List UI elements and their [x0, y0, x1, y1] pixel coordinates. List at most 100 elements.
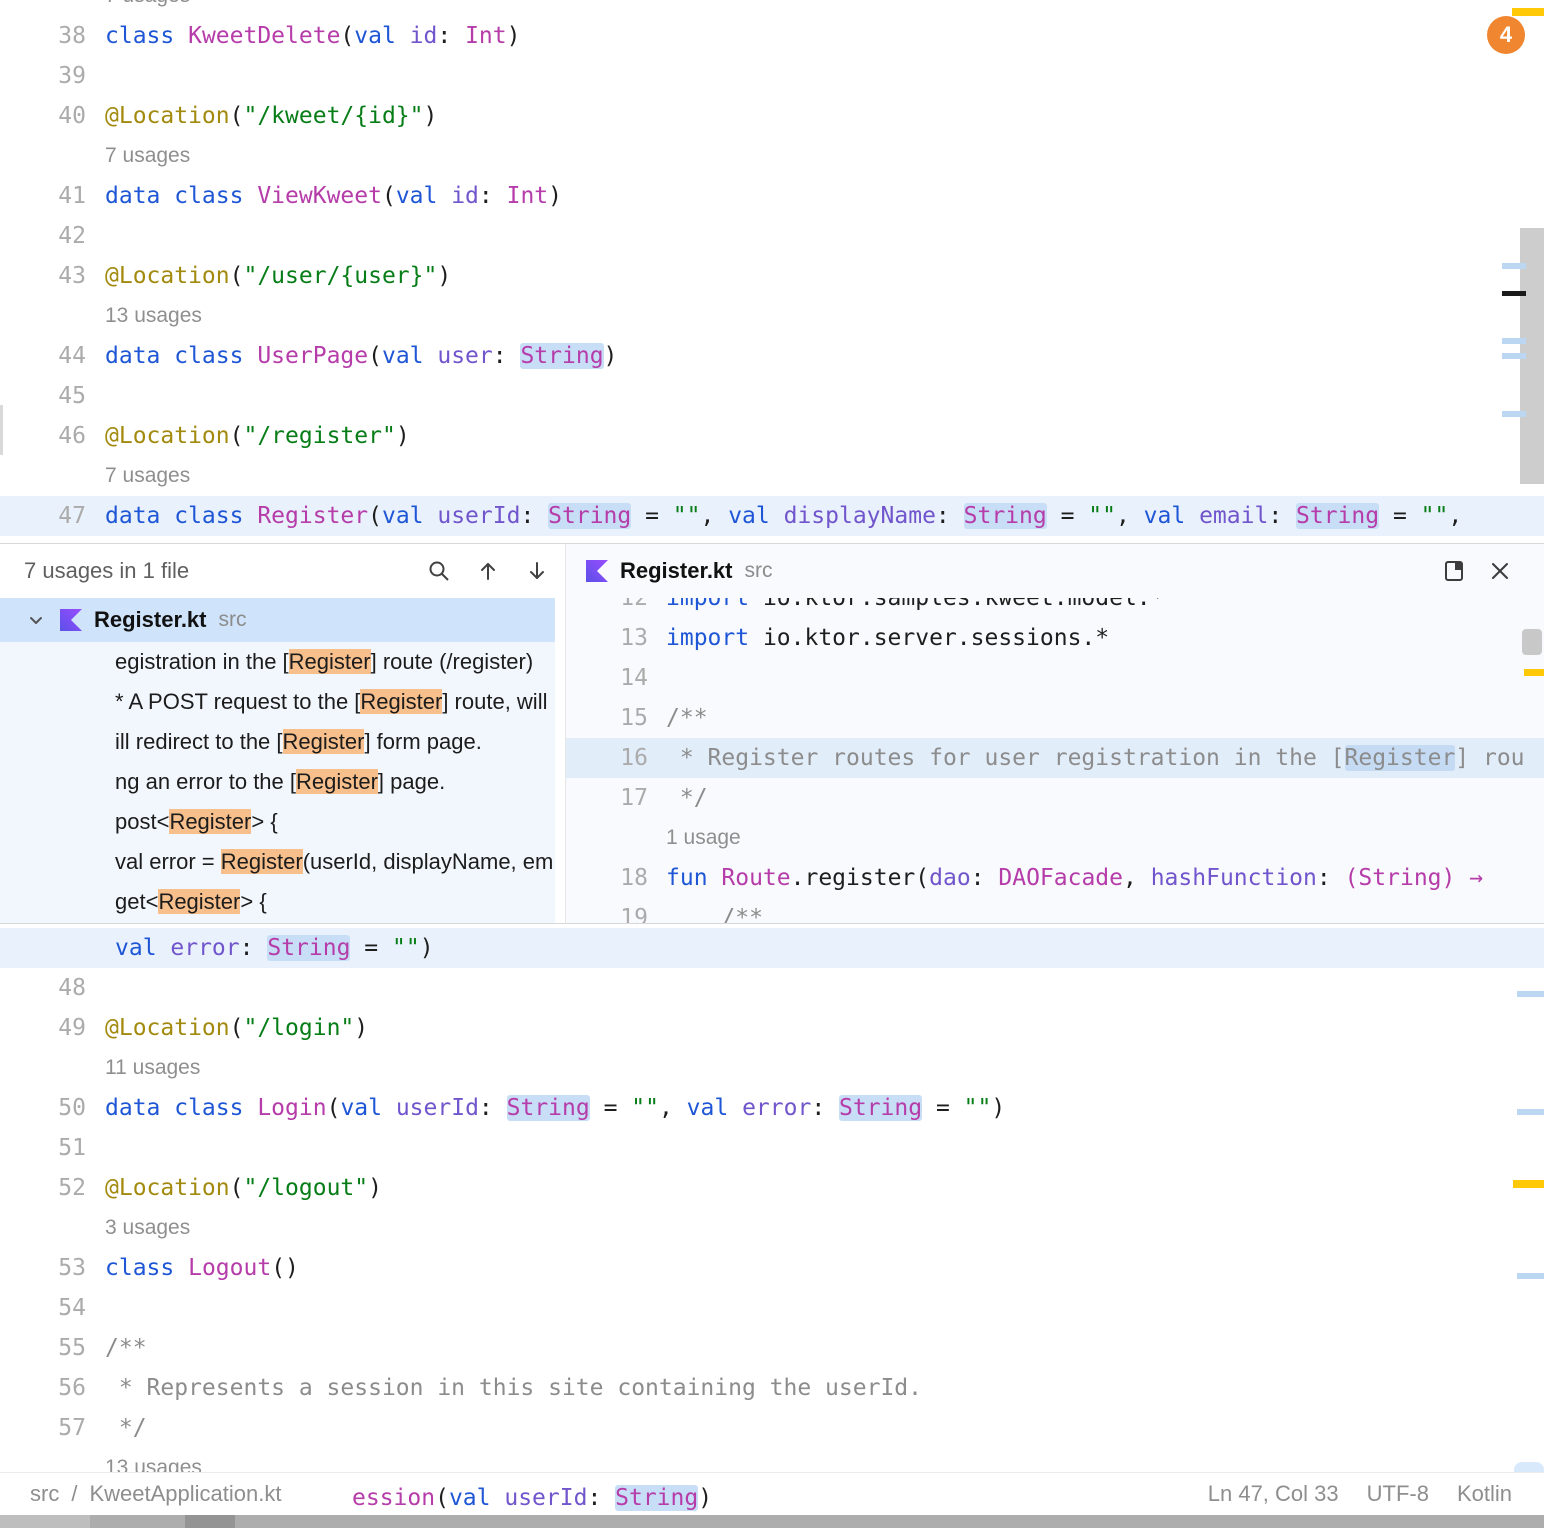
- code-line[interactable]: 53class Logout(): [0, 1248, 1544, 1288]
- code-line[interactable]: 48: [0, 968, 1544, 1008]
- code-line[interactable]: 1 usage: [566, 818, 1544, 858]
- code-token: ): [698, 1485, 712, 1511]
- error-stripe-mark[interactable]: [1502, 338, 1526, 344]
- breadcrumb-src[interactable]: src: [30, 1481, 59, 1507]
- chevron-down-icon[interactable]: [26, 610, 46, 630]
- usages-inlay-hint[interactable]: 7 usages: [86, 0, 190, 16]
- error-stripe-warning-mark[interactable]: [1513, 1180, 1544, 1188]
- line-number: [0, 136, 86, 176]
- code-line[interactable]: 49@Location("/login"): [0, 1008, 1544, 1048]
- code-text: @Location("/kweet/{id}"): [86, 96, 437, 136]
- code-line[interactable]: 42: [0, 216, 1544, 256]
- code-line[interactable]: 13 usages: [0, 296, 1544, 336]
- usage-row[interactable]: get<Register> {: [0, 882, 555, 922]
- highlighted-identifier: String: [267, 935, 350, 961]
- usage-row[interactable]: ng an error to the [Register] page.: [0, 762, 555, 802]
- code-line[interactable]: 40@Location("/kweet/{id}"): [0, 96, 1544, 136]
- usages-inlay-hint[interactable]: 7 usages: [86, 136, 190, 176]
- caret-position-widget[interactable]: Ln 47, Col 33: [1208, 1481, 1339, 1507]
- error-stripe-mark[interactable]: [1517, 1109, 1544, 1115]
- code-line[interactable]: 44data class UserPage(val user: String): [0, 336, 1544, 376]
- usage-row[interactable]: ill redirect to the [Register] form page…: [0, 722, 555, 762]
- line-number: 49: [0, 1008, 86, 1048]
- code-token: ,: [1116, 503, 1144, 529]
- code-line[interactable]: 47data class Register(val userId: String…: [0, 496, 1544, 536]
- usage-row[interactable]: val error = Register(userId, displayName…: [0, 842, 555, 882]
- encoding-widget[interactable]: UTF-8: [1367, 1481, 1429, 1507]
- line-number: 40: [0, 96, 86, 136]
- error-stripe-warning-mark[interactable]: [1512, 8, 1544, 16]
- code-line[interactable]: 13import io.ktor.server.sessions.*: [566, 618, 1544, 658]
- code-line[interactable]: 14: [566, 658, 1544, 698]
- code-token: val: [396, 183, 451, 209]
- code-token: KweetDelete: [188, 23, 340, 49]
- usages-inlay-hint[interactable]: 1 usage: [648, 818, 741, 858]
- code-line[interactable]: 7 usages: [0, 456, 1544, 496]
- error-stripe-mark[interactable]: [1502, 411, 1526, 417]
- code-line[interactable]: 43@Location("/user/{user}"): [0, 256, 1544, 296]
- code-line[interactable]: val error: String = ""): [0, 928, 1544, 968]
- code-token: "/logout": [243, 1175, 368, 1201]
- error-stripe-mark[interactable]: [1517, 991, 1544, 997]
- code-line[interactable]: 41data class ViewKweet(val id: Int): [0, 176, 1544, 216]
- code-line[interactable]: 55/**: [0, 1328, 1544, 1368]
- code-line[interactable]: 50data class Login(val userId: String = …: [0, 1088, 1544, 1128]
- code-line[interactable]: 7 usages: [0, 0, 1544, 16]
- code-line[interactable]: 15/**: [566, 698, 1544, 738]
- language-widget[interactable]: Kotlin: [1457, 1481, 1512, 1507]
- usages-inlay-hint[interactable]: 3 usages: [86, 1208, 190, 1248]
- inspections-badge[interactable]: 4: [1487, 16, 1525, 54]
- usages-inlay-hint[interactable]: 7 usages: [86, 456, 190, 496]
- usage-row[interactable]: post<Register> {: [0, 802, 555, 842]
- error-stripe-caret-mark[interactable]: [1502, 291, 1526, 296]
- close-icon[interactable]: [1488, 559, 1512, 583]
- code-token: val: [340, 1095, 395, 1121]
- usages-inlay-hint[interactable]: 13 usages: [86, 1448, 202, 1472]
- usage-row[interactable]: egistration in the [Register] route (/re…: [0, 642, 555, 682]
- code-line[interactable]: 18fun Route.register(dao: DAOFacade, has…: [566, 858, 1544, 898]
- code-line[interactable]: 12import io.ktor.samples.kweet.model.*: [566, 598, 1544, 618]
- code-line[interactable]: 45: [0, 376, 1544, 416]
- arrow-down-icon[interactable]: [525, 559, 549, 583]
- window-edge-segment: [185, 1515, 235, 1528]
- code-line[interactable]: 39: [0, 56, 1544, 96]
- code-line[interactable]: 17 */: [566, 778, 1544, 818]
- code-line[interactable]: 51: [0, 1128, 1544, 1168]
- code-token: Route: [721, 865, 790, 891]
- code-line[interactable]: 56 * Represents a session in this site c…: [0, 1368, 1544, 1408]
- code-line[interactable]: 52@Location("/logout"): [0, 1168, 1544, 1208]
- code-text: class Logout(): [86, 1248, 299, 1288]
- code-line[interactable]: 46@Location("/register"): [0, 416, 1544, 456]
- code-token: class: [105, 1255, 188, 1281]
- code-line[interactable]: 16 * Register routes for user registrati…: [566, 738, 1544, 778]
- code-line[interactable]: 7 usages: [0, 136, 1544, 176]
- line-number: [0, 1048, 86, 1088]
- error-stripe-mark[interactable]: [1502, 263, 1526, 269]
- preview-warning-stripe-mark[interactable]: [1524, 669, 1544, 676]
- code-line[interactable]: 19 /**: [566, 898, 1544, 923]
- usages-inlay-hint[interactable]: 11 usages: [86, 1048, 200, 1088]
- usage-text: egistration in the [: [115, 649, 289, 674]
- code-line[interactable]: 57 */: [0, 1408, 1544, 1448]
- open-in-editor-icon[interactable]: [1442, 559, 1466, 583]
- usage-text: val error =: [115, 849, 221, 874]
- code-text: data class ViewKweet(val id: Int): [86, 176, 562, 216]
- code-line[interactable]: 38class KweetDelete(val id: Int): [0, 16, 1544, 56]
- breadcrumb-file[interactable]: KweetApplication.kt: [89, 1481, 281, 1507]
- preview-scrollbar-thumb[interactable]: [1522, 629, 1542, 655]
- code-line[interactable]: 54: [0, 1288, 1544, 1328]
- code-token: import: [666, 598, 763, 611]
- search-icon[interactable]: [427, 559, 451, 583]
- code-token: val: [449, 1485, 504, 1511]
- file-group-row[interactable]: Register.kt src: [0, 598, 555, 642]
- code-token: "": [964, 1095, 992, 1121]
- usages-inlay-hint[interactable]: 13 usages: [86, 296, 202, 336]
- error-stripe-mark[interactable]: [1517, 1273, 1544, 1279]
- error-stripe-mark[interactable]: [1502, 353, 1526, 359]
- arrow-up-icon[interactable]: [476, 559, 500, 583]
- line-number: 47: [0, 496, 86, 536]
- code-line[interactable]: 11 usages: [0, 1048, 1544, 1088]
- usage-row[interactable]: * A POST request to the [Register] route…: [0, 682, 555, 722]
- code-line[interactable]: 3 usages: [0, 1208, 1544, 1248]
- code-line[interactable]: 13 usages: [0, 1448, 1544, 1472]
